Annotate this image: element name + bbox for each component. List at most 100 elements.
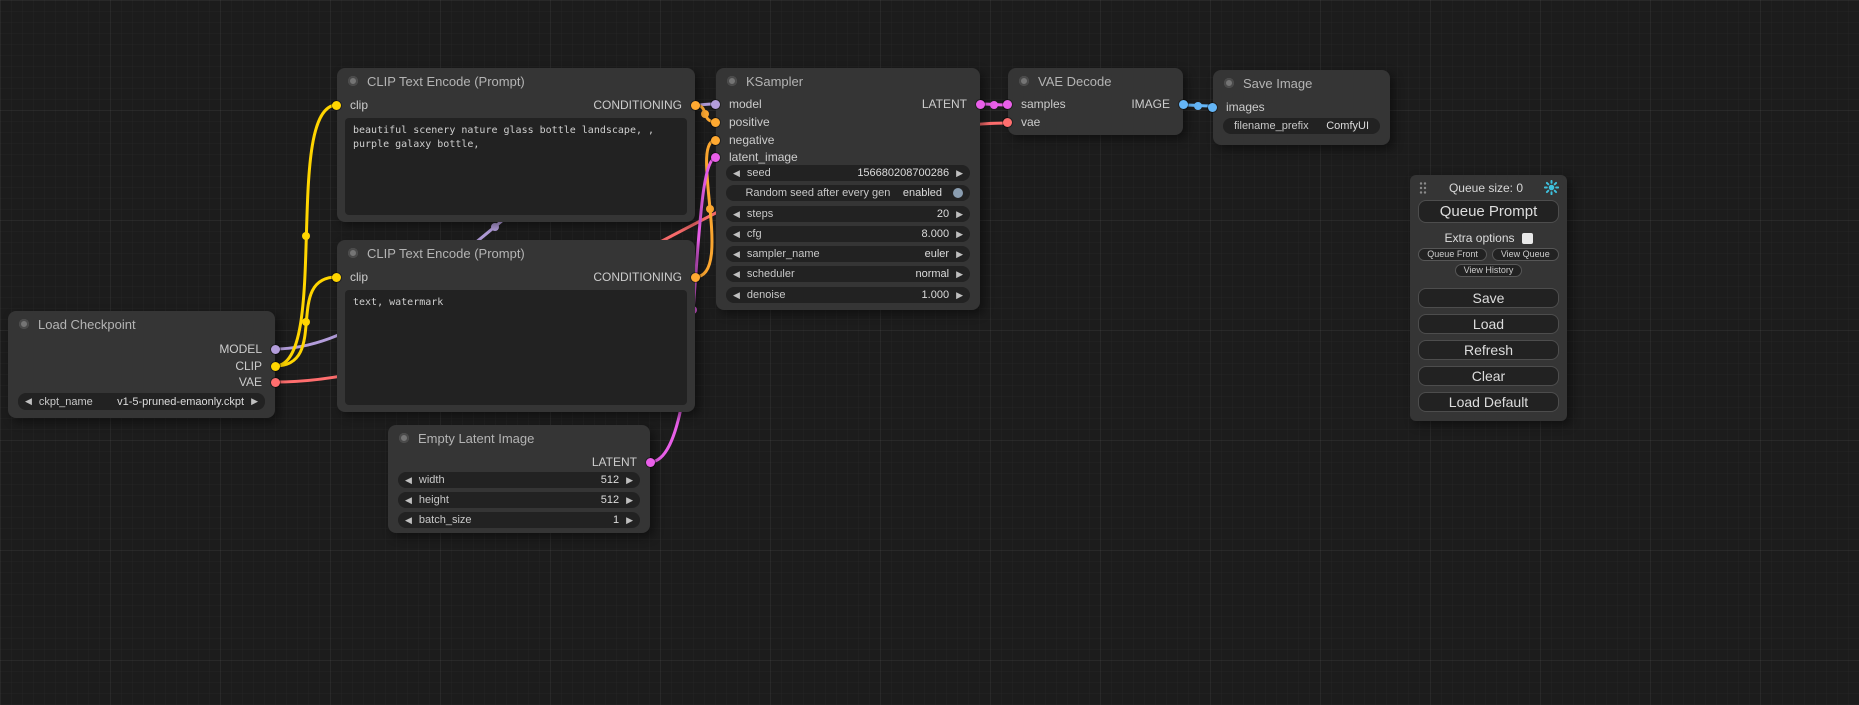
increment-arrow-icon[interactable]: ▶ xyxy=(251,397,258,406)
ckpt-name-widget[interactable]: ◀ ckpt_name v1-5-pruned-emaonly.ckpt ▶ xyxy=(18,393,265,410)
node-save-image[interactable]: Save Image images filename_prefix ComfyU… xyxy=(1213,70,1390,145)
increment-arrow-icon[interactable]: ▶ xyxy=(956,250,963,259)
wire-midpoint-dot xyxy=(990,101,998,109)
input-port-images[interactable] xyxy=(1208,103,1217,112)
node-graph-canvas[interactable]: Load Checkpoint MODEL CLIP VAE ◀ ckpt_na… xyxy=(0,0,1859,705)
widget-value: 8.000 xyxy=(769,228,949,240)
node-title: KSampler xyxy=(746,74,803,89)
output-port-latent[interactable] xyxy=(976,100,985,109)
decrement-arrow-icon[interactable]: ◀ xyxy=(25,397,32,406)
toggle-dot[interactable] xyxy=(953,188,963,198)
increment-arrow-icon[interactable]: ▶ xyxy=(956,210,963,219)
output-port-conditioning[interactable] xyxy=(691,101,700,110)
load-button[interactable]: Load xyxy=(1418,314,1559,334)
input-port-latent-image[interactable] xyxy=(711,153,720,162)
widget-value: euler xyxy=(827,248,949,260)
node-load-checkpoint[interactable]: Load Checkpoint MODEL CLIP VAE ◀ ckpt_na… xyxy=(8,311,275,418)
increment-arrow-icon[interactable]: ▶ xyxy=(956,291,963,300)
node-title: CLIP Text Encode (Prompt) xyxy=(367,74,525,89)
queue-front-button[interactable]: Queue Front xyxy=(1418,248,1487,261)
widget-label: steps xyxy=(747,208,773,220)
drag-handle-icon[interactable] xyxy=(1418,181,1428,195)
output-port-model[interactable] xyxy=(271,345,280,354)
collapse-dot[interactable] xyxy=(1019,76,1029,86)
widget-label: ckpt_name xyxy=(39,396,93,408)
decrement-arrow-icon[interactable]: ◀ xyxy=(733,270,740,279)
collapse-dot[interactable] xyxy=(348,76,358,86)
wire-midpoint-dot xyxy=(1194,102,1202,110)
node-title: Save Image xyxy=(1243,76,1312,91)
widget-value: 1.000 xyxy=(792,289,949,301)
decrement-arrow-icon[interactable]: ◀ xyxy=(733,291,740,300)
increment-arrow-icon[interactable]: ▶ xyxy=(956,169,963,178)
node-clip-text-encode-negative[interactable]: CLIP Text Encode (Prompt) clip CONDITION… xyxy=(337,240,695,412)
decrement-arrow-icon[interactable]: ◀ xyxy=(733,169,740,178)
widget-label: seed xyxy=(747,167,771,179)
input-port-model[interactable] xyxy=(711,100,720,109)
decrement-arrow-icon[interactable]: ◀ xyxy=(733,210,740,219)
view-history-button[interactable]: View History xyxy=(1455,264,1523,277)
scheduler-widget[interactable]: ◀ scheduler normal ▶ xyxy=(726,266,970,282)
input-port-clip[interactable] xyxy=(332,273,341,282)
width-widget[interactable]: ◀ width 512 ▶ xyxy=(398,472,640,488)
increment-arrow-icon[interactable]: ▶ xyxy=(626,476,633,485)
node-empty-latent-image[interactable]: Empty Latent Image LATENT ◀ width 512 ▶ … xyxy=(388,425,650,533)
view-queue-button[interactable]: View Queue xyxy=(1492,248,1559,261)
widget-label: batch_size xyxy=(419,514,472,526)
collapse-dot[interactable] xyxy=(727,76,737,86)
collapse-dot[interactable] xyxy=(348,248,358,258)
denoise-widget[interactable]: ◀ denoise 1.000 ▶ xyxy=(726,287,970,303)
output-label-image: IMAGE xyxy=(1131,97,1170,111)
random-seed-toggle-widget[interactable]: Random seed after every gen enabled xyxy=(726,185,970,201)
wire-midpoint-dot xyxy=(491,223,499,231)
output-label-conditioning: CONDITIONING xyxy=(593,98,682,112)
prompt-textarea[interactable]: beautiful scenery nature glass bottle la… xyxy=(345,118,687,215)
increment-arrow-icon[interactable]: ▶ xyxy=(956,230,963,239)
clear-button[interactable]: Clear xyxy=(1418,366,1559,386)
settings-gear-icon[interactable] xyxy=(1544,180,1559,195)
widget-label: filename_prefix xyxy=(1234,120,1309,132)
save-button[interactable]: Save xyxy=(1418,288,1559,308)
increment-arrow-icon[interactable]: ▶ xyxy=(626,496,633,505)
output-port-latent[interactable] xyxy=(646,458,655,467)
wire-midpoint-dot xyxy=(706,205,714,213)
decrement-arrow-icon[interactable]: ◀ xyxy=(405,496,412,505)
input-label-samples: samples xyxy=(1021,97,1066,111)
prompt-textarea[interactable]: text, watermark xyxy=(345,290,687,405)
cfg-widget[interactable]: ◀ cfg 8.000 ▶ xyxy=(726,226,970,242)
input-port-positive[interactable] xyxy=(711,118,720,127)
output-port-conditioning[interactable] xyxy=(691,273,700,282)
input-port-clip[interactable] xyxy=(332,101,341,110)
node-ksampler[interactable]: KSampler model positive negative latent_… xyxy=(716,68,980,310)
input-port-vae[interactable] xyxy=(1003,118,1012,127)
filename-prefix-widget[interactable]: filename_prefix ComfyUI xyxy=(1223,118,1380,134)
node-vae-decode[interactable]: VAE Decode samples IMAGE vae xyxy=(1008,68,1183,135)
queue-prompt-button[interactable]: Queue Prompt xyxy=(1418,200,1559,223)
increment-arrow-icon[interactable]: ▶ xyxy=(956,270,963,279)
input-port-samples[interactable] xyxy=(1003,100,1012,109)
steps-widget[interactable]: ◀ steps 20 ▶ xyxy=(726,206,970,222)
output-port-image[interactable] xyxy=(1179,100,1188,109)
node-title: CLIP Text Encode (Prompt) xyxy=(367,246,525,261)
collapse-dot[interactable] xyxy=(399,433,409,443)
sampler-name-widget[interactable]: ◀ sampler_name euler ▶ xyxy=(726,246,970,262)
load-default-button[interactable]: Load Default xyxy=(1418,392,1559,412)
extra-options-checkbox[interactable] xyxy=(1522,233,1533,244)
batch-size-widget[interactable]: ◀ batch_size 1 ▶ xyxy=(398,512,640,528)
increment-arrow-icon[interactable]: ▶ xyxy=(626,516,633,525)
collapse-dot[interactable] xyxy=(19,319,29,329)
decrement-arrow-icon[interactable]: ◀ xyxy=(405,476,412,485)
output-port-vae[interactable] xyxy=(271,378,280,387)
node-title: VAE Decode xyxy=(1038,74,1111,89)
input-port-negative[interactable] xyxy=(711,136,720,145)
seed-widget[interactable]: ◀ seed 156680208700286 ▶ xyxy=(726,165,970,181)
extra-options-row: Extra options xyxy=(1418,231,1559,245)
output-port-clip[interactable] xyxy=(271,362,280,371)
node-clip-text-encode-positive[interactable]: CLIP Text Encode (Prompt) clip CONDITION… xyxy=(337,68,695,222)
collapse-dot[interactable] xyxy=(1224,78,1234,88)
refresh-button[interactable]: Refresh xyxy=(1418,340,1559,360)
decrement-arrow-icon[interactable]: ◀ xyxy=(733,250,740,259)
height-widget[interactable]: ◀ height 512 ▶ xyxy=(398,492,640,508)
decrement-arrow-icon[interactable]: ◀ xyxy=(405,516,412,525)
decrement-arrow-icon[interactable]: ◀ xyxy=(733,230,740,239)
